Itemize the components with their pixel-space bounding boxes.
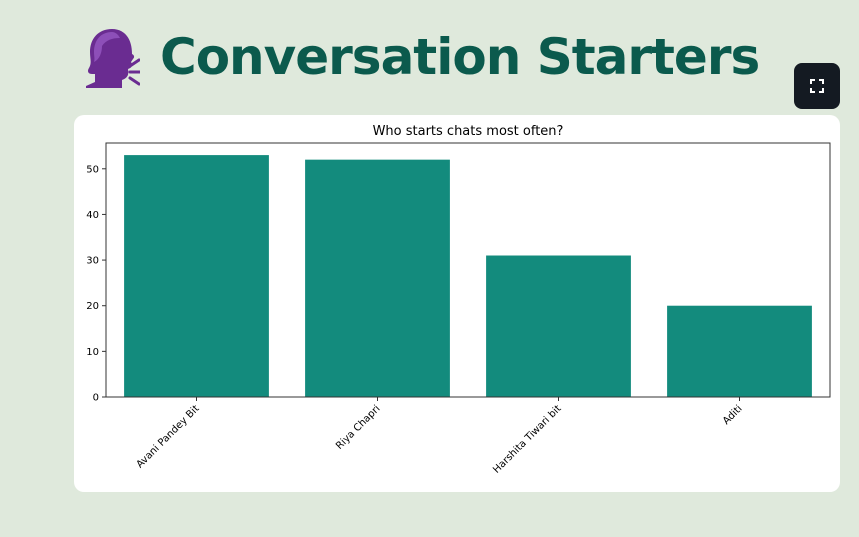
speaking-head-icon: [86, 29, 140, 88]
chart-title: Who starts chats most often?: [373, 124, 564, 139]
x-tick-label: Harshita Tiwari bit: [491, 403, 563, 475]
bar: [667, 305, 812, 397]
bar: [486, 255, 631, 397]
x-tick-label: Riya Chapri: [334, 403, 383, 452]
bar: [305, 159, 450, 397]
x-axis: Avani Pandey Bit Riya Chapri Harshita Tiwa…: [135, 397, 745, 476]
y-tick-label: 40: [86, 210, 99, 221]
y-axis: 0 10 20 30 40 50: [86, 164, 106, 404]
y-tick-label: 50: [86, 164, 99, 175]
fullscreen-button[interactable]: [794, 63, 840, 109]
expand-icon: [810, 79, 824, 93]
bars-group: [124, 155, 812, 397]
x-tick-label: Aditi: [721, 403, 745, 427]
x-tick-label: Avani Pandey Bit: [135, 403, 202, 470]
page: Conversation Starters Who starts chats m…: [0, 0, 859, 537]
bar: [124, 155, 269, 397]
y-tick-label: 30: [86, 256, 99, 267]
y-tick-label: 10: [86, 347, 99, 358]
bar-chart: Who starts chats most often? 0 10 20 30 40 50…: [86, 124, 831, 476]
chart-card: Who starts chats most often? 0 10 20 30 40 50…: [74, 115, 840, 492]
header: Conversation Starters: [82, 26, 760, 88]
y-tick-label: 0: [93, 393, 99, 404]
y-tick-label: 20: [86, 301, 99, 312]
page-title: Conversation Starters: [160, 28, 760, 86]
